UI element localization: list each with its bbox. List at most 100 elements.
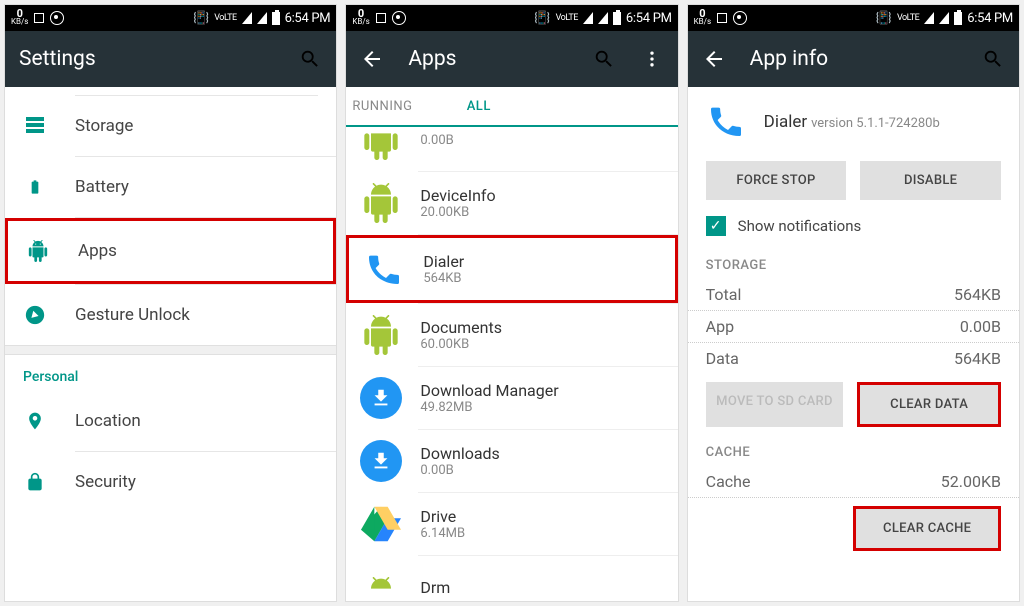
volte-label: VoLTE — [214, 13, 236, 23]
app-row-drive[interactable]: Drive6.14MB — [346, 493, 677, 555]
vibrate-icon: 📳 — [534, 11, 550, 26]
app-version: version 5.1.1-724280b — [811, 116, 940, 131]
app-header: Dialer version 5.1.1-724280b — [688, 87, 1019, 157]
lock-icon — [23, 470, 47, 494]
settings-item-label: Storage — [75, 116, 133, 136]
status-bar: 0KB/s 📳 VoLTE 6:54 PM — [346, 5, 677, 31]
checkbox-checked-icon[interactable]: ✓ — [706, 216, 726, 236]
volte-label: VoLTE — [556, 13, 578, 23]
settings-list: Storage Battery Apps Gesture Unlock Pers… — [5, 87, 336, 601]
cache-row: Cache52.00KB — [688, 466, 1019, 498]
signal-icon-2 — [939, 12, 949, 24]
apps-icon — [26, 239, 50, 263]
battery-icon — [954, 12, 962, 25]
screenshot-icon — [376, 13, 386, 23]
app-row-drm[interactable]: Drm — [346, 556, 677, 601]
storage-total-row: Total564KB — [688, 279, 1019, 311]
settings-item-label: Location — [75, 411, 141, 431]
battery-icon — [272, 12, 280, 25]
clear-data-button[interactable]: CLEAR DATA — [857, 382, 1001, 427]
vibrate-icon: 📳 — [876, 11, 892, 26]
screen-apps-list: 0KB/s 📳 VoLTE 6:54 PM Apps RUNNING ALL — [345, 4, 678, 602]
tab-running[interactable]: RUNNING — [346, 87, 412, 125]
show-notifications-row[interactable]: ✓ Show notifications — [688, 210, 1019, 248]
signal-icon-2 — [598, 12, 608, 24]
overflow-menu-icon[interactable] — [640, 47, 664, 71]
settings-item-battery[interactable]: Battery — [5, 157, 336, 217]
page-title: App info — [750, 47, 828, 71]
settings-item-apps[interactable]: Apps — [5, 218, 336, 284]
app-row-dialer[interactable]: Dialer564KB — [346, 235, 677, 303]
battery-settings-icon — [23, 175, 47, 199]
app-row-documents[interactable]: Documents60.00KB — [346, 304, 677, 366]
battery-icon — [613, 12, 621, 25]
status-bar: 0KB/s 📳 VoLTE 6:54 PM — [688, 5, 1019, 31]
status-clock: 6:54 PM — [285, 11, 331, 26]
settings-item-location[interactable]: Location — [5, 391, 336, 451]
settings-item-label: Battery — [75, 177, 129, 197]
storage-data-row: Data564KB — [688, 343, 1019, 374]
signal-icon-2 — [257, 12, 267, 24]
storage-header: STORAGE — [688, 248, 1019, 279]
back-icon[interactable] — [360, 47, 384, 71]
app-name: Drm — [420, 578, 450, 597]
android-icon — [360, 566, 402, 601]
settings-item-label: Security — [75, 472, 136, 492]
screen-app-info: 0KB/s 📳 VoLTE 6:54 PM App info Di — [687, 4, 1020, 602]
location-icon — [23, 409, 47, 433]
app-row-download-manager[interactable]: Download Manager49.82MB — [346, 367, 677, 429]
app-name: Dialer — [764, 112, 807, 132]
hotspot-icon — [733, 11, 747, 25]
cache-header: CACHE — [688, 435, 1019, 466]
page-title: Settings — [19, 47, 96, 71]
search-icon[interactable] — [592, 47, 616, 71]
app-size: 20.00KB — [420, 205, 495, 220]
apps-list[interactable]: 0.00B DeviceInfo20.00KB Dialer564KB Docu… — [346, 127, 677, 601]
app-row[interactable]: 0.00B — [346, 127, 677, 171]
app-name: Download Manager — [420, 381, 558, 400]
section-header-personal: Personal — [5, 355, 336, 391]
page-title: Apps — [408, 47, 456, 71]
settings-item-gesture-unlock[interactable]: Gesture Unlock — [5, 285, 336, 345]
screenshot-icon — [34, 13, 44, 23]
app-size: 0.00B — [420, 463, 499, 478]
tab-all[interactable]: ALL — [412, 87, 545, 125]
app-row-deviceinfo[interactable]: DeviceInfo20.00KB — [346, 172, 677, 234]
status-clock: 6:54 PM — [967, 11, 1013, 26]
storage-icon — [23, 114, 47, 138]
dialer-icon — [706, 101, 748, 143]
search-icon[interactable] — [298, 47, 322, 71]
download-icon — [360, 440, 402, 482]
dialer-icon — [363, 248, 405, 290]
tab-next[interactable] — [545, 87, 678, 125]
app-name: Documents — [420, 318, 502, 337]
settings-item-label: Gesture Unlock — [75, 305, 190, 325]
app-size: 49.82MB — [420, 400, 558, 415]
clear-cache-button[interactable]: CLEAR CACHE — [853, 506, 1001, 551]
android-icon — [360, 127, 402, 161]
app-bar: App info — [688, 31, 1019, 87]
back-icon[interactable] — [702, 47, 726, 71]
network-speed: 0KB/s — [694, 10, 711, 26]
app-size: 60.00KB — [420, 337, 502, 352]
settings-item-security[interactable]: Security — [5, 452, 336, 512]
app-size: 0.00B — [420, 133, 453, 148]
status-bar: 0 KB/s 📳 VoLTE 6:54 PM — [5, 5, 336, 31]
signal-icon-1 — [583, 12, 593, 24]
settings-item-storage[interactable]: Storage — [5, 96, 336, 156]
screen-settings: 0 KB/s 📳 VoLTE 6:54 PM Settings Stor — [4, 4, 337, 602]
android-icon — [360, 314, 402, 356]
force-stop-button[interactable]: FORCE STOP — [706, 161, 847, 200]
gesture-icon — [23, 303, 47, 327]
signal-icon-1 — [924, 12, 934, 24]
app-info-content[interactable]: Dialer version 5.1.1-724280b FORCE STOP … — [688, 87, 1019, 601]
search-icon[interactable] — [981, 47, 1005, 71]
disable-button[interactable]: DISABLE — [860, 161, 1001, 200]
app-name: Downloads — [420, 444, 499, 463]
hotspot-icon — [50, 11, 64, 25]
app-row-downloads[interactable]: Downloads0.00B — [346, 430, 677, 492]
vibrate-icon: 📳 — [193, 11, 209, 26]
network-speed: 0KB/s — [352, 10, 369, 26]
signal-icon-1 — [242, 12, 252, 24]
settings-item-label: Apps — [78, 241, 117, 261]
